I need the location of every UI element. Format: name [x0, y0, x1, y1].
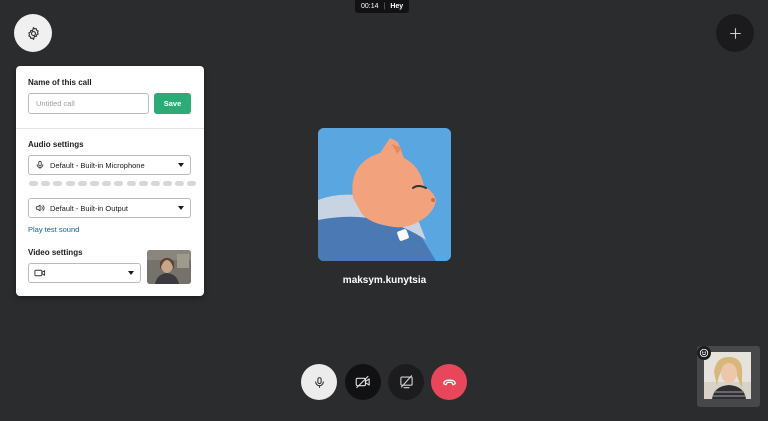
level-segment — [138, 181, 148, 186]
level-segment — [114, 181, 124, 186]
camera-preview — [147, 250, 191, 284]
call-settings-panel: Name of this call Save Audio settings De… — [16, 66, 204, 296]
smiley-icon — [699, 348, 709, 358]
participant-name: maksym.kunytsia — [342, 275, 427, 286]
phone-hangup-icon — [442, 379, 456, 385]
plus-icon — [729, 27, 741, 39]
call-name-label: Name of this call — [28, 78, 92, 87]
self-view-video — [704, 352, 751, 399]
camera-select[interactable] — [28, 263, 141, 283]
output-select[interactable]: Default - Built-in Output — [28, 198, 191, 218]
level-segment — [65, 181, 75, 186]
panel-divider — [16, 128, 204, 129]
level-segment — [150, 181, 160, 186]
speaker-icon — [34, 202, 46, 214]
gear-icon — [27, 26, 39, 40]
settings-button[interactable] — [14, 14, 52, 52]
microphone-icon — [314, 376, 324, 388]
share-screen-button[interactable] — [388, 364, 424, 400]
microphone-select-value: Default - Built-in Microphone — [50, 160, 145, 170]
level-segment — [29, 181, 38, 186]
status-separator: | — [383, 3, 386, 10]
video-settings-label: Video settings — [28, 248, 83, 257]
call-name-input[interactable] — [28, 93, 149, 114]
video-off-icon — [355, 375, 370, 389]
microphone-select[interactable]: Default - Built-in Microphone — [28, 155, 191, 175]
level-segment — [89, 181, 99, 186]
save-button[interactable]: Save — [154, 93, 191, 114]
mute-microphone-button[interactable] — [301, 364, 337, 400]
toggle-video-button[interactable] — [345, 364, 381, 400]
level-segment — [163, 181, 173, 186]
hang-up-button[interactable] — [431, 364, 467, 400]
chevron-down-icon — [178, 163, 184, 167]
level-segment — [126, 181, 136, 186]
status-participant-label: Hey — [390, 3, 404, 10]
play-test-sound-link[interactable]: Play test sound — [28, 225, 79, 234]
call-status-pill: 00:14 | Hey — [355, 0, 410, 13]
level-segment — [102, 181, 112, 186]
level-segment — [53, 181, 63, 186]
level-segment — [77, 181, 87, 186]
participant-avatar — [318, 128, 451, 261]
call-timer: 00:14 — [361, 3, 379, 10]
microphone-level-meter — [29, 181, 197, 186]
level-segment — [41, 181, 51, 186]
microphone-icon — [34, 159, 46, 171]
level-segment — [175, 181, 185, 186]
reaction-button[interactable] — [697, 346, 711, 360]
output-select-value: Default - Built-in Output — [50, 203, 128, 213]
audio-settings-label: Audio settings — [28, 140, 84, 149]
chevron-down-icon — [178, 206, 184, 210]
level-segment — [187, 181, 197, 186]
add-participant-button[interactable] — [716, 14, 754, 52]
call-window: 00:14 | Hey Name of this call Save Audio… — [0, 0, 768, 421]
camera-icon — [34, 267, 46, 279]
chevron-down-icon — [128, 271, 134, 275]
screen-share-off-icon — [399, 375, 413, 389]
